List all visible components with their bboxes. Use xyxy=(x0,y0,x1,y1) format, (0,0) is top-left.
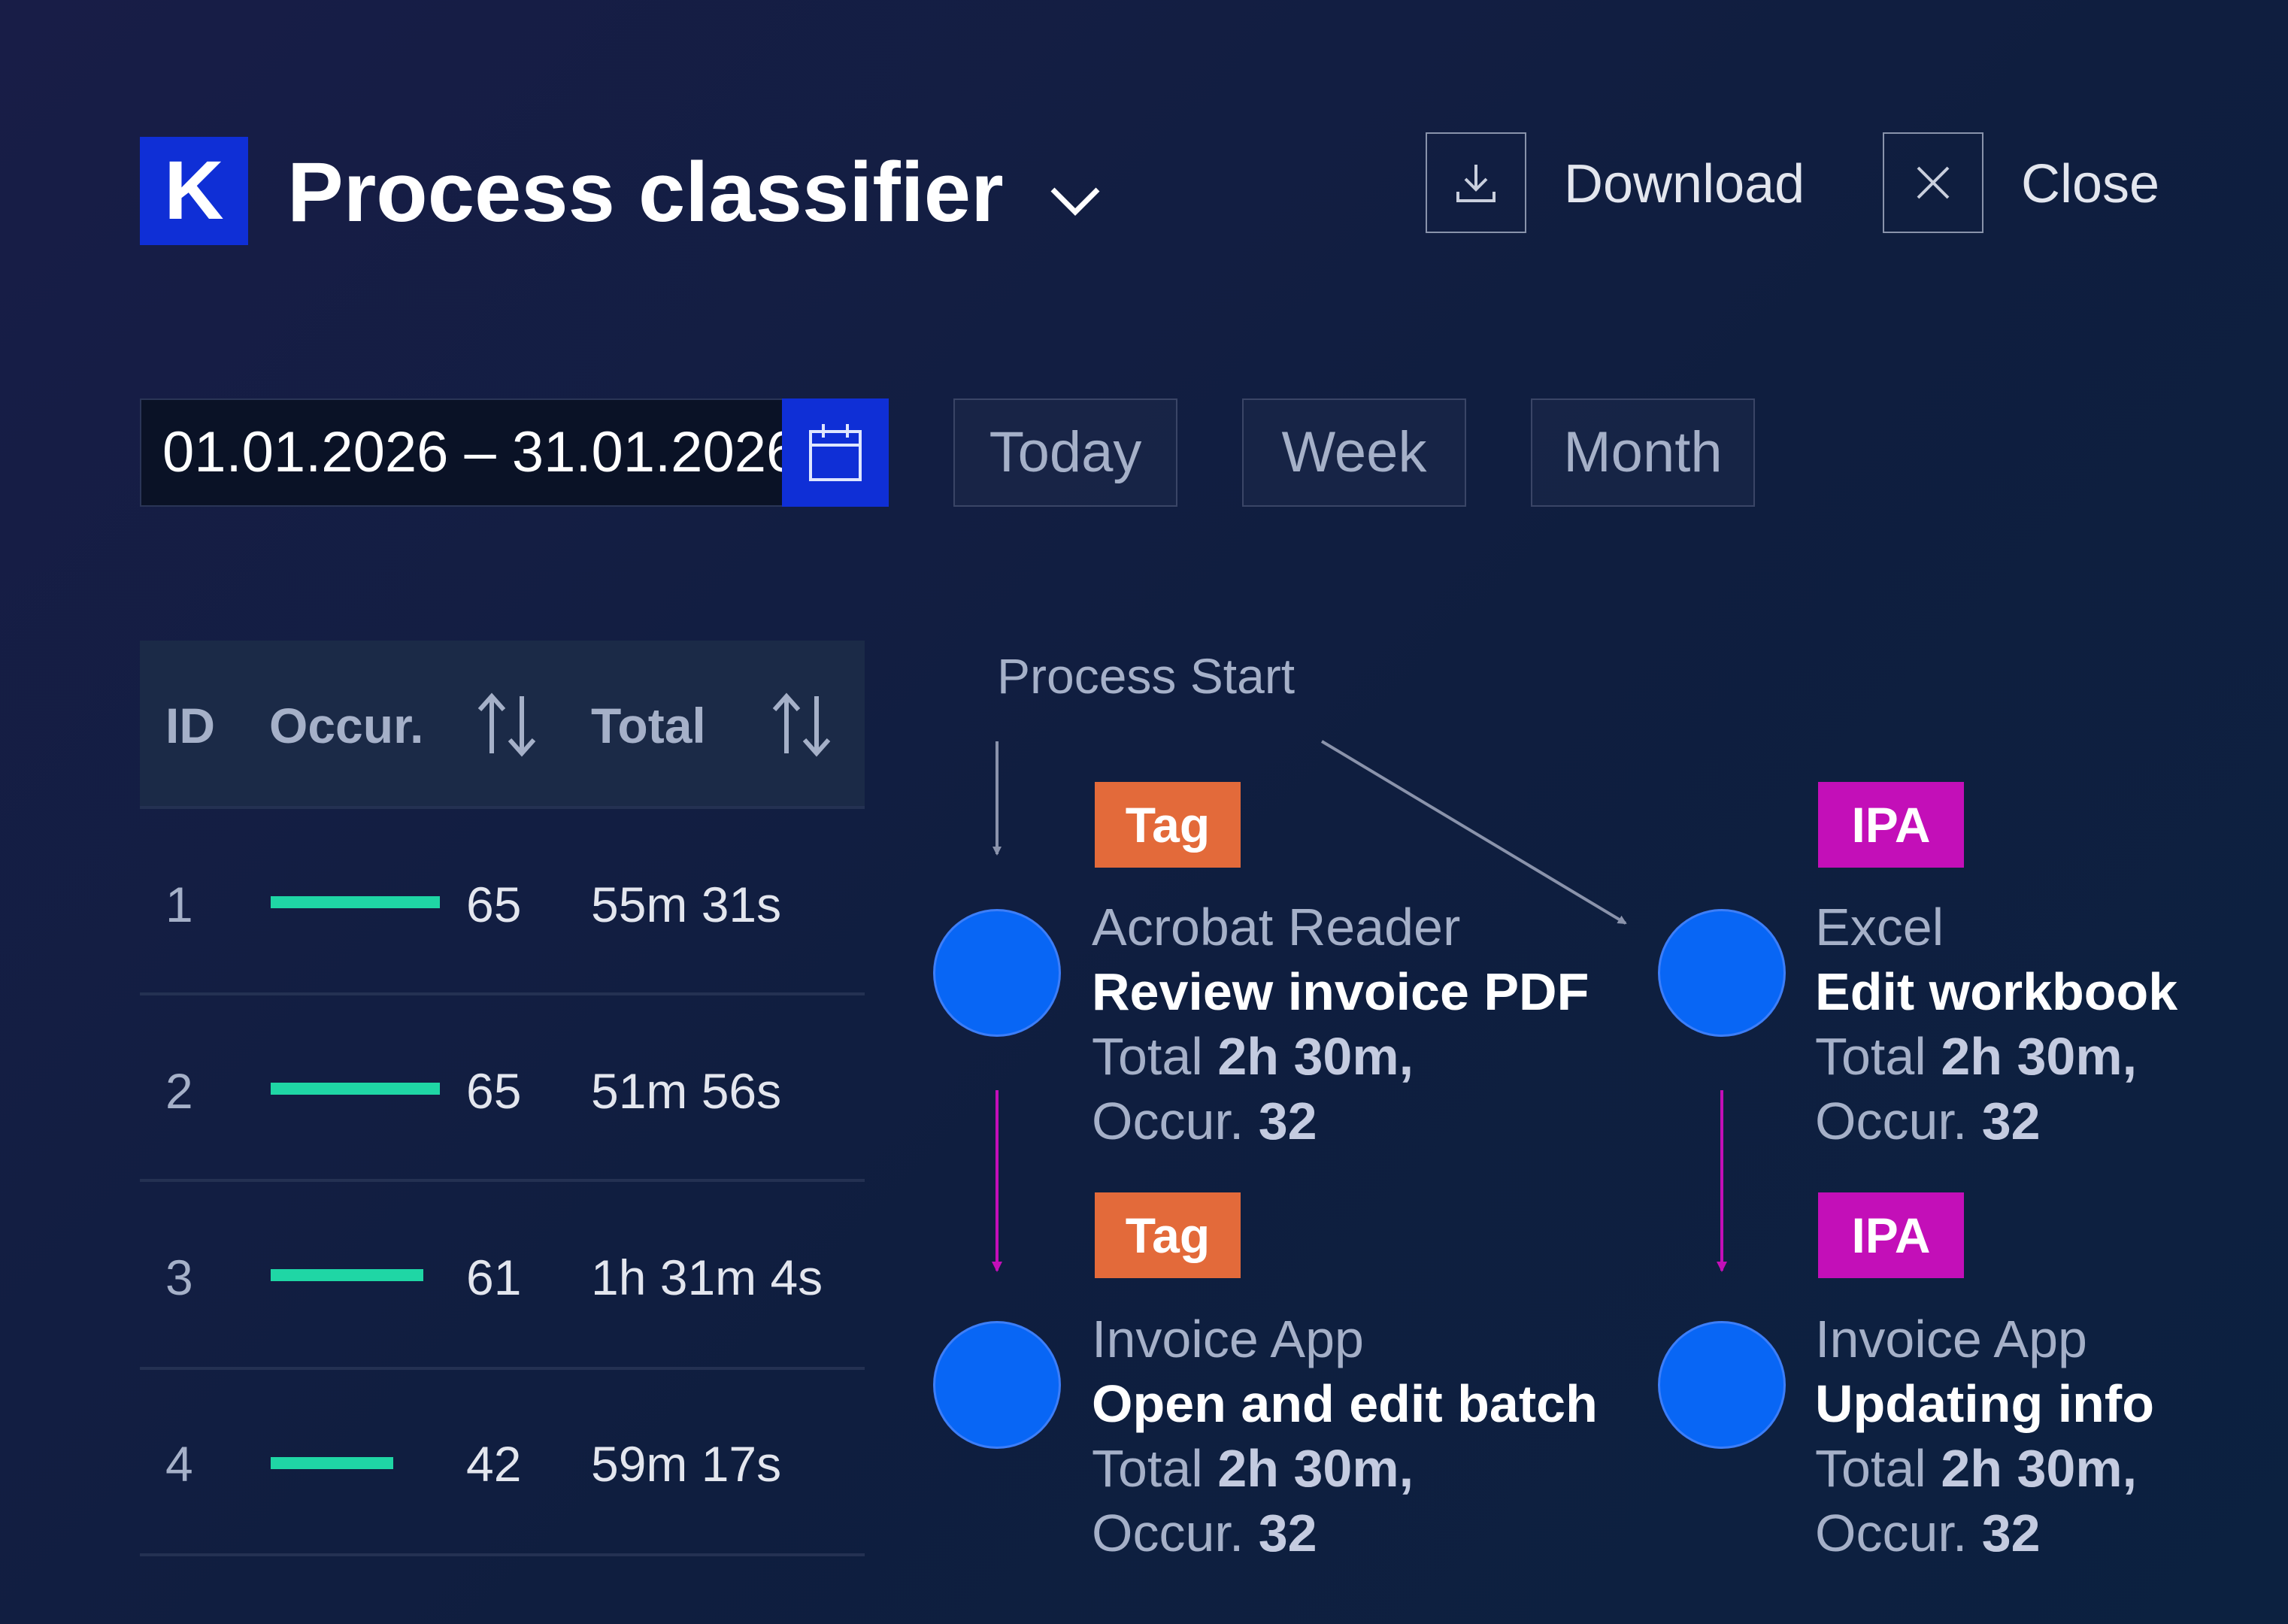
row-2-total: 51m 56s xyxy=(591,1063,782,1119)
row-divider xyxy=(140,992,865,995)
download-button[interactable] xyxy=(1426,132,1526,233)
step-1-node[interactable] xyxy=(935,911,1059,1035)
row-divider xyxy=(140,1179,865,1182)
row-3-occurrence-bar xyxy=(271,1269,423,1281)
row-1-total: 55m 31s xyxy=(591,877,782,932)
step-2-app: Excel xyxy=(1815,898,1944,956)
download-label[interactable]: Download xyxy=(1564,150,1805,218)
row-4-id: 4 xyxy=(165,1436,193,1492)
row-divider xyxy=(140,806,865,809)
calendar-icon xyxy=(809,424,862,481)
process-start-label: Process Start xyxy=(997,648,1296,704)
row-2-id: 2 xyxy=(165,1063,193,1119)
column-header-occurrences[interactable]: Occur. xyxy=(269,693,423,758)
step-2-node[interactable] xyxy=(1660,911,1783,1035)
step-1-title[interactable]: Review invoice PDF xyxy=(1092,959,1589,1024)
date-range-field[interactable]: 01.01.2026 – 31.01.2026 xyxy=(140,398,798,507)
page-title[interactable]: Process classifier xyxy=(287,140,1004,245)
row-4-occurrences: 42 xyxy=(466,1436,522,1492)
app-logo: K xyxy=(140,137,248,245)
month-button[interactable]: Month xyxy=(1531,398,1755,507)
step-4-node[interactable] xyxy=(1660,1323,1783,1447)
step-2-title[interactable]: Edit workbook xyxy=(1815,959,2177,1024)
step-1-total: Total 2h 30m, xyxy=(1092,1027,1414,1086)
week-button[interactable]: Week xyxy=(1242,398,1466,507)
step-3-app: Invoice App xyxy=(1092,1310,1364,1368)
row-divider xyxy=(140,1367,865,1370)
step-3-total: Total 2h 30m, xyxy=(1092,1439,1414,1498)
calendar-button[interactable] xyxy=(782,398,889,507)
row-divider xyxy=(140,1553,865,1556)
step-1-app: Acrobat Reader xyxy=(1092,898,1461,956)
step-3-occurrences: Occur. 32 xyxy=(1092,1504,1317,1562)
chevron-down-icon[interactable] xyxy=(1045,171,1105,232)
step-4-title[interactable]: Updating info xyxy=(1815,1371,2154,1436)
step-3-title[interactable]: Open and edit batch xyxy=(1092,1371,1598,1436)
step-4-tag: IPA xyxy=(1818,1192,1964,1278)
row-1-id: 1 xyxy=(165,877,193,932)
step-2-occurrences: Occur. 32 xyxy=(1815,1092,2041,1150)
step-4-occurrences: Occur. 32 xyxy=(1815,1504,2041,1562)
step-1-occurrences: Occur. 32 xyxy=(1092,1092,1317,1150)
close-button[interactable] xyxy=(1883,132,1983,233)
step-2-tag: IPA xyxy=(1818,782,1964,868)
column-header-id: ID xyxy=(165,698,215,753)
row-4-total: 59m 17s xyxy=(591,1436,782,1492)
step-4-total: Total 2h 30m, xyxy=(1815,1439,2138,1498)
step-3-node[interactable] xyxy=(935,1323,1059,1447)
close-label[interactable]: Close xyxy=(2021,150,2159,218)
step-3-tag: Tag xyxy=(1095,1192,1241,1278)
row-3-total: 1h 31m 4s xyxy=(591,1250,823,1305)
row-1-occurrence-bar xyxy=(271,896,440,908)
close-icon xyxy=(1917,166,1950,199)
row-2-occurrences: 65 xyxy=(466,1063,522,1119)
row-3-id: 3 xyxy=(165,1250,193,1305)
step-1-tag: Tag xyxy=(1095,782,1241,868)
sort-total-icon[interactable] xyxy=(767,689,836,761)
sort-occurrences-icon[interactable] xyxy=(472,689,541,761)
row-4-occurrence-bar xyxy=(271,1457,393,1469)
row-1-occurrences: 65 xyxy=(466,877,522,932)
column-header-total[interactable]: Total xyxy=(591,693,706,758)
step-4-app: Invoice App xyxy=(1815,1310,2087,1368)
today-button[interactable]: Today xyxy=(953,398,1177,507)
download-icon xyxy=(1456,165,1496,202)
step-2-total: Total 2h 30m, xyxy=(1815,1027,2138,1086)
row-3-occurrences: 61 xyxy=(466,1250,522,1305)
row-2-occurrence-bar xyxy=(271,1083,440,1095)
